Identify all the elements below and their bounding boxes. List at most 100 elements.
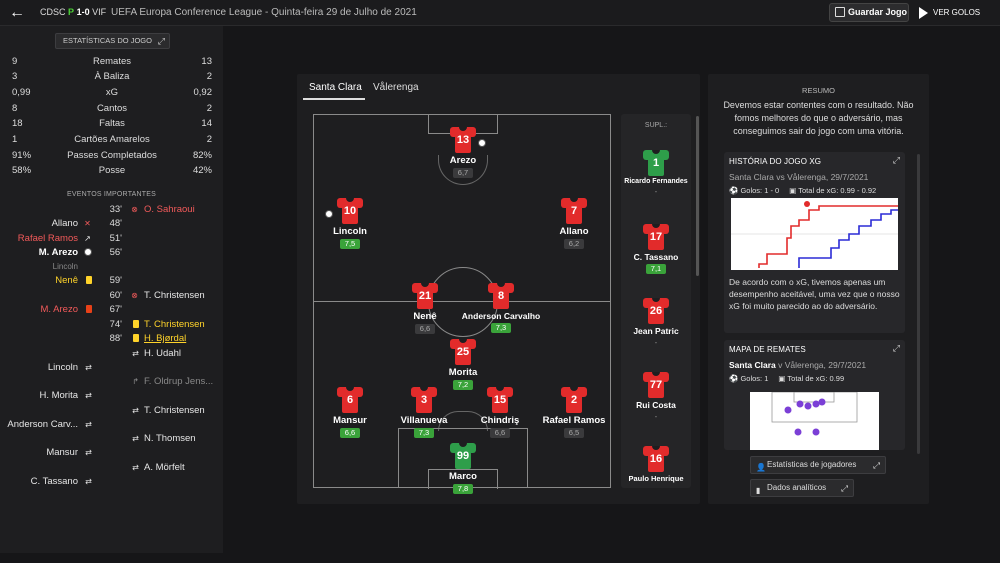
result-letter: P xyxy=(68,7,75,17)
shirt-icon: 25 xyxy=(450,337,476,365)
shirt-number: 25 xyxy=(456,346,470,358)
player-stats-button[interactable]: 👤 Estatísticas de jogadores ⤢ xyxy=(750,456,886,474)
chance-icon: ⊗ xyxy=(131,291,138,300)
sub-card[interactable]: 77 Rui Costa - xyxy=(621,370,691,421)
stat-row: 1 Cartões Amarelos 2 xyxy=(12,134,212,148)
shirt-number: 16 xyxy=(649,453,663,465)
match-stats-button[interactable]: ESTATÍSTICAS DO JOGO ⤢ xyxy=(55,33,170,49)
event-minute: 48' xyxy=(109,218,122,229)
summary-scrollbar[interactable] xyxy=(917,154,920,454)
player-card[interactable]: 13 Arezo 6,7 xyxy=(418,125,508,178)
stat-row: 18 Faltas 14 xyxy=(12,118,212,132)
stat-label: À Baliza xyxy=(94,71,130,82)
event-away: T. Christensen xyxy=(144,319,205,332)
shots-match: v Vålerenga, 29/7/2021 xyxy=(778,360,867,370)
shots-goals: Golos: 1 xyxy=(740,374,769,383)
shirt-icon: 17 xyxy=(643,222,669,250)
player-name: Allano xyxy=(559,226,589,237)
event-player: H. Bjørdal xyxy=(144,333,187,344)
shirt-number: 17 xyxy=(649,231,663,243)
shots-card-meta: ⚽ Golos: 1 ▣ Total de xG: 0.99 xyxy=(729,374,844,383)
xg-card-match: Santa Clara vs Vålerenga, 29/7/2021 xyxy=(729,172,869,182)
sub-card[interactable]: 26 Jean Patric - xyxy=(621,296,691,347)
stat-row: 3À Baliza 2 xyxy=(12,71,212,85)
event-away[interactable]: H. Bjørdal xyxy=(144,333,186,346)
event-player: C. Tassano xyxy=(30,476,78,487)
shot-map-card[interactable]: MAPA DE REMATES ⤢ Santa Clara v Vålereng… xyxy=(724,340,905,450)
shirt-number: 6 xyxy=(346,394,354,406)
shirt-icon: 13 xyxy=(450,125,476,153)
match-stats-label: ESTATÍSTICAS DO JOGO xyxy=(63,36,152,45)
sub-card[interactable]: 16 Paulo Henrique xyxy=(621,444,691,483)
shirt-icon: 15 xyxy=(487,385,513,413)
stat-home: 2 xyxy=(206,71,212,82)
match-stats-panel: ESTATÍSTICAS DO JOGO ⤢ 9 Remates 13 3À Bal… xyxy=(0,26,223,553)
player-card[interactable]: 10 Lincoln 7,5 xyxy=(305,196,395,249)
subs-scrollbar[interactable] xyxy=(696,116,699,276)
expand-icon[interactable]: ⤢ xyxy=(893,155,900,166)
expand-icon: ⤢ xyxy=(841,483,848,493)
player-name: Rui Costa xyxy=(636,400,676,410)
event-away: A. Mörfelt xyxy=(144,462,185,475)
event-away: T. Christensen xyxy=(144,405,205,418)
event-minute: 56' xyxy=(109,247,122,258)
player-card[interactable]: 7 Allano 6,2 xyxy=(529,196,619,249)
event-player: Anderson Carv... xyxy=(7,419,78,430)
event-minute: 74' xyxy=(109,319,122,330)
shirt-number: 15 xyxy=(493,394,507,406)
shot-map xyxy=(750,392,879,450)
player-rating: 6,6 xyxy=(339,428,361,438)
event-player: T. Christensen xyxy=(144,319,205,330)
shirt-icon: 6 xyxy=(337,385,363,413)
player-rating: - xyxy=(654,338,658,347)
goal-icon: ⚽ xyxy=(729,374,739,383)
away-abbr: VIF xyxy=(92,7,107,17)
view-goals-button[interactable]: VER GOLOS xyxy=(917,3,995,22)
shirt-number: 8 xyxy=(497,290,505,302)
player-card[interactable]: 25 Morita 7,2 xyxy=(418,337,508,390)
event-home: M. Arezo xyxy=(41,304,79,317)
shirt-icon: 21 xyxy=(412,281,438,309)
player-card[interactable]: 8 Anderson Carvalho 7,3 xyxy=(456,281,546,333)
top-bar: ← CDSC P 1-0 VIF UEFA Europa Conference … xyxy=(0,0,1000,26)
stat-label: Cantos xyxy=(96,103,128,114)
player-name: Rafael Ramos xyxy=(542,415,606,426)
shirt-icon: 3 xyxy=(411,385,437,413)
assist-icon xyxy=(325,210,333,221)
bar-chart-icon: ▮ xyxy=(756,486,761,495)
tab-santa-clara[interactable]: Santa Clara xyxy=(303,80,365,100)
event-away: N. Thomsen xyxy=(144,433,196,446)
sub-icon: ⇄ xyxy=(132,349,139,358)
event-home: C. Tassano xyxy=(31,476,78,489)
event-player: H. Udahl xyxy=(144,348,181,359)
sub-card[interactable]: 17 C. Tassano 7,1 xyxy=(621,222,691,274)
event-away: T. Christensen xyxy=(144,290,205,303)
event-assist: Lincoln xyxy=(53,262,78,275)
tab-valerenga[interactable]: Vålerenga xyxy=(373,80,419,100)
shirt-icon: 8 xyxy=(488,281,514,309)
summary-title: RESUMO xyxy=(802,86,835,95)
event-minute: 60' xyxy=(109,290,122,301)
player-rating: 7,5 xyxy=(339,239,361,249)
sub-icon: ⇄ xyxy=(85,391,92,400)
stat-home: 0,92 xyxy=(193,87,213,98)
back-arrow-icon[interactable]: ← xyxy=(8,4,26,22)
sub-card[interactable]: 1 Ricardo Fernandes - xyxy=(621,148,691,196)
analytics-button[interactable]: ▮ Dados analíticos ⤢ xyxy=(750,479,854,497)
goal-icon xyxy=(478,139,486,150)
xg-card-text: De acordo com o xG, tivemos apenas um de… xyxy=(729,277,900,311)
player-rating: 7,8 xyxy=(452,484,474,494)
shirt-number: 10 xyxy=(343,205,357,217)
event-player: F. Oldrup Jens... xyxy=(144,376,214,387)
lineup-panel: Santa Clara Vålerenga 13 Arezo 6,7 10 Li… xyxy=(297,74,700,504)
xg-story-card[interactable]: HISTÓRIA DO JOGO XG ⤢ Santa Clara vs Vål… xyxy=(724,152,905,333)
cross-icon: ✕ xyxy=(84,219,91,228)
player-card[interactable]: 2 Rafael Ramos 6,5 xyxy=(529,385,619,438)
sub-icon: ⇄ xyxy=(85,420,92,429)
save-match-button[interactable]: Guardar Jogo xyxy=(829,3,909,22)
player-card[interactable]: 99 Marco 7,8 xyxy=(418,441,508,494)
shots-xg: Total de xG: 0.99 xyxy=(787,374,845,383)
shots-card-title: MAPA DE REMATES xyxy=(729,345,806,354)
sub-out-icon: ↱ xyxy=(132,377,139,386)
expand-icon[interactable]: ⤢ xyxy=(893,343,900,354)
